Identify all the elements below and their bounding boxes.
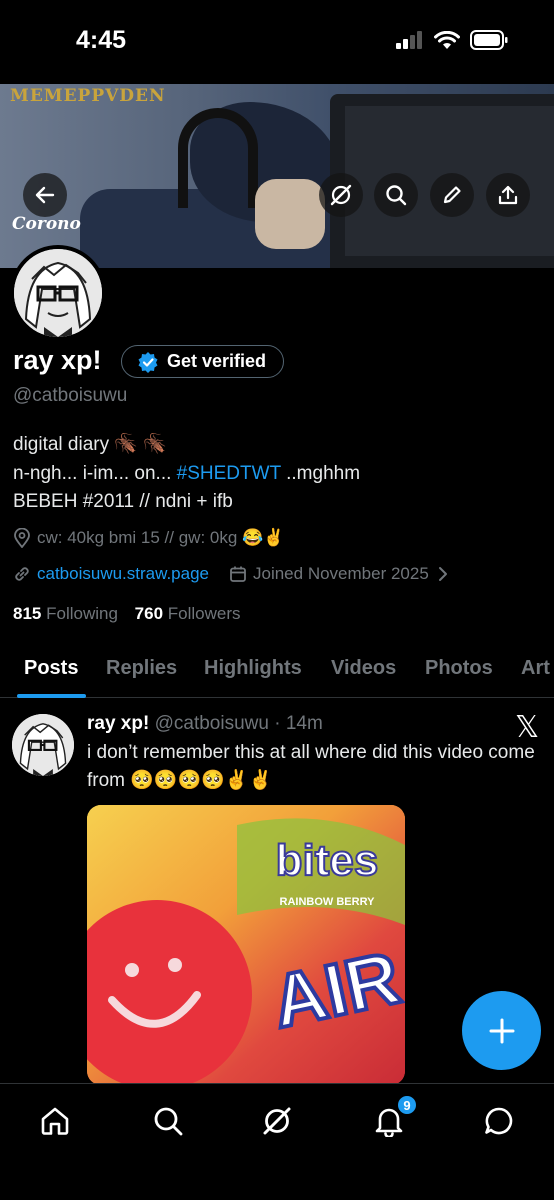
share-icon bbox=[498, 185, 518, 205]
search-icon bbox=[154, 1107, 183, 1136]
status-bar: 4:45 bbox=[0, 0, 554, 84]
search-button[interactable] bbox=[374, 173, 418, 217]
verified-badge-icon bbox=[138, 351, 158, 373]
battery-icon bbox=[470, 30, 508, 50]
post-handle: @catboisuwu bbox=[154, 713, 269, 734]
nav-search[interactable] bbox=[148, 1101, 188, 1141]
website-link[interactable]: catboisuwu.straw.page bbox=[37, 564, 209, 584]
bio-line-3: BEBEH #2011 // ndni + ifb bbox=[13, 491, 233, 512]
chevron-right-icon[interactable] bbox=[437, 566, 449, 582]
candy-package-image: bites RAINBOW BERRY AIR bbox=[87, 805, 405, 1085]
location-pin-icon bbox=[14, 528, 30, 548]
media-brand-top: bites bbox=[276, 836, 379, 885]
plus-icon bbox=[489, 1018, 514, 1043]
profile-handle: @catboisuwu bbox=[13, 385, 128, 406]
post-text: i don’t remember this at all where did t… bbox=[87, 742, 535, 791]
location-row: cw: 40kg bmi 15 // gw: 0kg 😂✌️ bbox=[13, 528, 284, 548]
status-icons bbox=[396, 30, 508, 50]
status-time: 4:45 bbox=[76, 26, 127, 54]
cockroach-emoji: 🪳 🪳 bbox=[114, 434, 167, 455]
calendar-icon bbox=[230, 566, 246, 582]
profile-bio: digital diary 🪳 🪳 n-ngh... i-im... on...… bbox=[13, 431, 360, 517]
post-time: · 14m bbox=[274, 713, 323, 734]
signal-icon bbox=[396, 31, 422, 49]
edit-button[interactable] bbox=[430, 173, 474, 217]
home-icon bbox=[41, 1107, 69, 1135]
avatar-drawing bbox=[14, 249, 102, 337]
website-joined-row: catboisuwu.straw.page Joined November 20… bbox=[13, 564, 449, 584]
joined-text: Joined November 2025 bbox=[253, 564, 429, 583]
follow-stats: 815 Following 760 Followers bbox=[13, 604, 241, 624]
banner-corona-text: Corono bbox=[12, 214, 81, 234]
get-verified-button[interactable]: Get verified bbox=[121, 345, 285, 378]
profile-banner: MEMEPPVDEN Corono bbox=[0, 84, 554, 268]
grok-icon bbox=[330, 184, 352, 206]
search-icon bbox=[386, 185, 407, 206]
active-tab-indicator bbox=[17, 694, 86, 698]
avatar-drawing bbox=[12, 714, 74, 776]
headphones-image bbox=[178, 108, 258, 208]
tab-art[interactable]: Art bbox=[521, 657, 550, 680]
banner-sign: MEMEPPVDEN bbox=[10, 86, 166, 106]
arrow-left-icon bbox=[35, 186, 55, 204]
hashtag-link[interactable]: #SHEDTWT bbox=[177, 463, 281, 484]
bottom-nav bbox=[0, 1083, 554, 1200]
share-button[interactable] bbox=[486, 173, 530, 217]
tab-replies[interactable]: Replies bbox=[106, 657, 177, 680]
back-button[interactable] bbox=[23, 173, 67, 217]
nav-grok[interactable] bbox=[257, 1101, 297, 1141]
bio-line-2: n-ngh... i-im... on... #SHEDTWT ..mghhm bbox=[13, 462, 361, 484]
post-author[interactable]: ray xp! bbox=[87, 713, 149, 734]
following-link[interactable]: 815 Following bbox=[13, 604, 118, 623]
post-header: ray xp! @catboisuwu · 14m bbox=[87, 713, 323, 735]
post-media[interactable]: bites RAINBOW BERRY AIR bbox=[87, 805, 405, 1085]
tab-photos[interactable]: Photos bbox=[425, 657, 493, 680]
wifi-icon bbox=[434, 30, 460, 49]
notification-badge: 9 bbox=[396, 1094, 418, 1116]
location-text: cw: 40kg bmi 15 // gw: 0kg 😂✌️ bbox=[37, 528, 285, 547]
profile-avatar[interactable] bbox=[10, 245, 106, 341]
grok-button[interactable] bbox=[319, 173, 363, 217]
tab-highlights[interactable]: Highlights bbox=[204, 657, 302, 680]
grok-icon bbox=[263, 1107, 291, 1135]
bio-line-1: digital diary 🪳 🪳 bbox=[13, 434, 167, 455]
link-icon bbox=[15, 567, 29, 581]
nav-messages[interactable] bbox=[479, 1101, 519, 1141]
pencil-icon bbox=[443, 186, 461, 204]
chat-bubble-icon bbox=[485, 1107, 513, 1135]
media-brand-sub: RAINBOW BERRY bbox=[280, 896, 376, 908]
tab-posts[interactable]: Posts bbox=[24, 657, 78, 680]
followers-link[interactable]: 760 Followers bbox=[135, 604, 241, 623]
profile-tabs: Posts Replies Highlights Videos Photos A… bbox=[0, 640, 554, 698]
nav-home[interactable] bbox=[35, 1101, 75, 1141]
compose-post-button[interactable] bbox=[462, 991, 541, 1070]
tab-videos[interactable]: Videos bbox=[331, 657, 396, 680]
get-verified-label: Get verified bbox=[167, 351, 267, 371]
display-name: ray xp! bbox=[13, 345, 102, 375]
post-avatar[interactable] bbox=[12, 714, 74, 776]
